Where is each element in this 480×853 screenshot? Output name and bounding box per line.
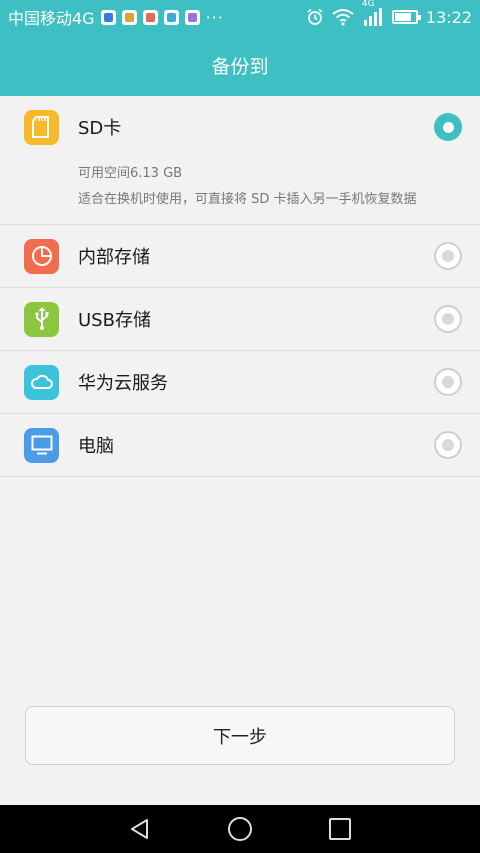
- computer-icon: [24, 427, 59, 463]
- available-space: 可用空间6.13 GB: [78, 166, 183, 181]
- alarm-icon: [307, 8, 323, 25]
- option-description: 适合在换机时使用，可直接将 SD 卡插入另一手机恢复数据: [78, 192, 417, 207]
- radio-button[interactable]: [434, 113, 462, 141]
- option-label: 电脑: [78, 436, 114, 457]
- signal-icon: 4G: [362, 0, 384, 26]
- internal-storage-icon: [24, 238, 59, 274]
- notification-app-icon: [142, 9, 158, 25]
- option-internal-storage[interactable]: 内部存储: [0, 225, 480, 288]
- more-notifications-icon: ···: [205, 7, 224, 27]
- notification-app-icon: [163, 9, 179, 25]
- radio-button[interactable]: [434, 242, 462, 270]
- option-label: 内部存储: [78, 247, 150, 268]
- option-label: 华为云服务: [78, 373, 168, 394]
- title-bar: 备份到: [0, 34, 480, 96]
- navigation-bar: [0, 805, 480, 853]
- clock: 13:22: [425, 7, 472, 27]
- page-title: 备份到: [211, 55, 269, 78]
- radio-button[interactable]: [434, 431, 462, 459]
- backup-destination-list: SD卡 可用空间6.13 GB 适合在换机时使用，可直接将 SD 卡插入另一手机…: [0, 96, 480, 477]
- carrier-label: 中国移动4G: [8, 9, 95, 28]
- option-computer[interactable]: 电脑: [0, 414, 480, 477]
- radio-button[interactable]: [434, 368, 462, 396]
- network-type: 4G: [361, 0, 375, 9]
- notification-app-icon: [121, 9, 137, 25]
- notification-app-icon: [184, 9, 200, 25]
- option-huawei-cloud[interactable]: 华为云服务: [0, 351, 480, 414]
- next-step-button[interactable]: 下一步: [25, 706, 455, 765]
- notification-app-icon: [100, 9, 116, 25]
- option-label: USB存储: [78, 310, 151, 331]
- radio-button[interactable]: [434, 305, 462, 333]
- status-bar: 中国移动4G ··· 4G 13:22: [0, 0, 480, 34]
- cloud-icon: [24, 364, 59, 400]
- option-label: SD卡: [78, 118, 122, 139]
- sd-card-icon: [24, 109, 59, 145]
- recents-icon[interactable]: [320, 809, 360, 849]
- battery-icon: [391, 10, 421, 24]
- back-icon[interactable]: [120, 809, 160, 849]
- wifi-icon: [332, 9, 354, 26]
- option-sd-card[interactable]: SD卡 可用空间6.13 GB 适合在换机时使用，可直接将 SD 卡插入另一手机…: [0, 96, 480, 225]
- home-icon[interactable]: [220, 809, 260, 849]
- usb-icon: [24, 301, 59, 337]
- option-usb-storage[interactable]: USB存储: [0, 288, 480, 351]
